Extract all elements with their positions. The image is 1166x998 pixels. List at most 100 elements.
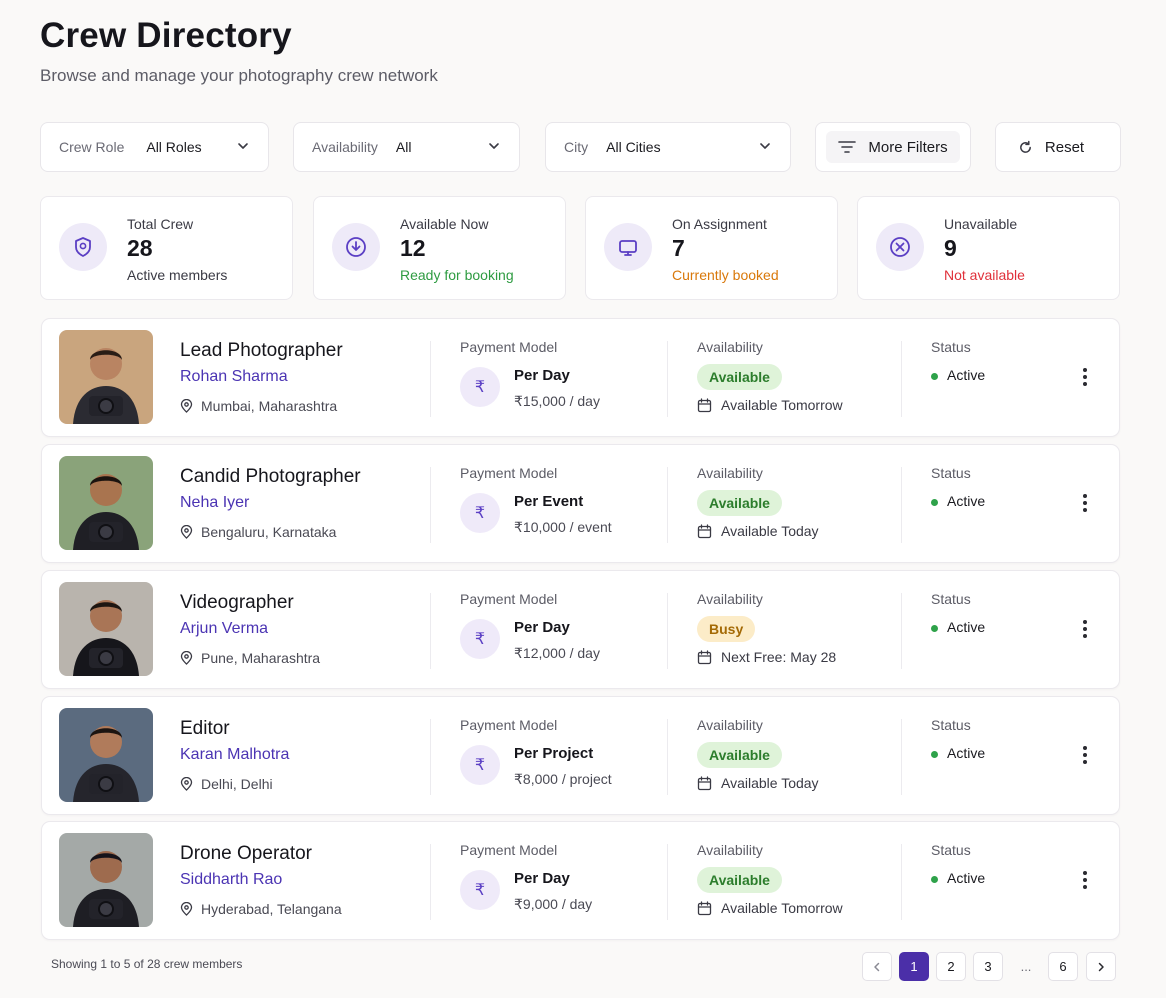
column-divider <box>430 593 431 669</box>
results-count: Showing 1 to 5 of 28 crew members <box>51 957 243 971</box>
badge-icon <box>59 223 107 271</box>
status-dot <box>931 625 938 632</box>
x-circle-icon <box>876 223 924 271</box>
more-options-icon[interactable] <box>1075 742 1095 768</box>
map-pin-icon <box>180 399 193 413</box>
crew-location: Delhi, Delhi <box>180 776 273 792</box>
stat-card-available: Available Now 12 Ready for booking <box>313 196 566 300</box>
rupee-icon: ₹ <box>460 745 500 785</box>
status-header: Status <box>931 591 971 607</box>
crew-row[interactable]: Candid Photographer Neha Iyer Bengaluru,… <box>41 444 1120 563</box>
payment-model-header: Payment Model <box>460 339 558 355</box>
calendar-icon <box>697 649 712 664</box>
availability-note: Next Free: May 28 <box>697 649 836 665</box>
column-divider <box>667 593 668 669</box>
column-divider <box>901 719 902 795</box>
crew-row[interactable]: Editor Karan Malhotra Delhi, Delhi Payme… <box>41 696 1120 815</box>
stat-card-total: Total Crew 28 Active members <box>40 196 293 300</box>
crew-name[interactable]: Neha Iyer <box>180 494 249 512</box>
page-title: Crew Directory <box>40 16 292 55</box>
column-divider <box>430 719 431 795</box>
location-text: Bengaluru, Karnataka <box>201 524 337 540</box>
prev-page-button[interactable] <box>862 952 892 981</box>
city-filter[interactable]: City All Cities <box>545 122 791 172</box>
location-text: Pune, Maharashtra <box>201 650 321 666</box>
crew-role-value: All Roles <box>146 139 202 155</box>
status-header: Status <box>931 842 971 858</box>
crew-row[interactable]: Lead Photographer Rohan Sharma Mumbai, M… <box>41 318 1120 437</box>
more-options-icon[interactable] <box>1075 364 1095 390</box>
stat-label: On Assignment <box>672 216 767 232</box>
crew-name[interactable]: Karan Malhotra <box>180 746 289 764</box>
rupee-icon: ₹ <box>460 367 500 407</box>
refresh-icon <box>1020 140 1031 153</box>
chevron-down-icon <box>238 143 248 149</box>
payment-rate: ₹12,000 / day <box>514 645 600 661</box>
monitor-icon <box>604 223 652 271</box>
column-divider <box>667 719 668 795</box>
stat-label: Available Now <box>400 216 489 232</box>
stat-label: Unavailable <box>944 216 1018 232</box>
crew-role-filter[interactable]: Crew Role All Roles <box>40 122 269 172</box>
page-subtitle: Browse and manage your photography crew … <box>40 66 438 85</box>
crew-name[interactable]: Siddharth Rao <box>180 871 282 889</box>
page-button-2[interactable]: 2 <box>936 952 966 981</box>
crew-role: Candid Photographer <box>180 466 361 487</box>
reset-button[interactable]: Reset <box>995 122 1121 172</box>
availability-badge: Available <box>697 867 782 893</box>
stat-value: 28 <box>127 235 153 261</box>
crew-role: Lead Photographer <box>180 340 343 361</box>
column-divider <box>901 341 902 417</box>
payment-model: Per Project <box>514 745 594 762</box>
crew-row[interactable]: Drone Operator Siddharth Rao Hyderabad, … <box>41 821 1120 940</box>
calendar-icon <box>697 397 712 412</box>
crew-role-label: Crew Role <box>59 139 125 155</box>
availability-label: Availability <box>312 139 378 155</box>
page-button-3[interactable]: 3 <box>973 952 1003 981</box>
download-circle-icon <box>332 223 380 271</box>
more-filters-label: More Filters <box>868 138 948 156</box>
availability-note-text: Next Free: May 28 <box>721 649 837 665</box>
availability-note: Available Tomorrow <box>697 397 843 413</box>
filter-lines-icon <box>838 141 857 153</box>
availability-header: Availability <box>697 339 763 355</box>
avatar <box>59 582 153 676</box>
crew-row[interactable]: Videographer Arjun Verma Pune, Maharasht… <box>41 570 1120 689</box>
availability-header: Availability <box>697 717 763 733</box>
location-text: Delhi, Delhi <box>201 776 273 792</box>
payment-rate: ₹15,000 / day <box>514 393 600 409</box>
page-button-6[interactable]: 6 <box>1048 952 1078 981</box>
more-options-icon[interactable] <box>1075 616 1095 642</box>
crew-location: Mumbai, Maharashtra <box>180 398 337 414</box>
availability-note-text: Available Today <box>721 775 819 791</box>
payment-rate: ₹10,000 / event <box>514 519 612 535</box>
page-button-1[interactable]: 1 <box>899 952 929 981</box>
stat-sub: Ready for booking <box>400 267 514 283</box>
more-options-icon[interactable] <box>1075 490 1095 516</box>
payment-model-header: Payment Model <box>460 591 558 607</box>
column-divider <box>667 467 668 543</box>
availability-badge: Busy <box>697 616 756 642</box>
availability-note: Available Today <box>697 775 819 791</box>
avatar <box>59 456 153 550</box>
crew-name[interactable]: Arjun Verma <box>180 620 268 638</box>
payment-model-header: Payment Model <box>460 465 558 481</box>
more-filters-button[interactable]: More Filters <box>815 122 971 172</box>
stat-sub: Not available <box>944 267 1025 283</box>
more-options-icon[interactable] <box>1075 867 1095 893</box>
stat-value: 9 <box>944 235 957 261</box>
next-page-button[interactable] <box>1086 952 1116 981</box>
stat-value: 12 <box>400 235 426 261</box>
crew-role: Editor <box>180 718 230 739</box>
availability-badge: Available <box>697 490 782 516</box>
avatar <box>59 330 153 424</box>
payment-rate: ₹8,000 / project <box>514 771 612 787</box>
column-divider <box>901 467 902 543</box>
stat-sub: Active members <box>127 267 228 283</box>
availability-filter[interactable]: Availability All <box>293 122 520 172</box>
availability-header: Availability <box>697 842 763 858</box>
city-value: All Cities <box>606 139 661 155</box>
map-pin-icon <box>180 525 193 539</box>
crew-name[interactable]: Rohan Sharma <box>180 368 288 386</box>
status-dot <box>931 499 938 506</box>
